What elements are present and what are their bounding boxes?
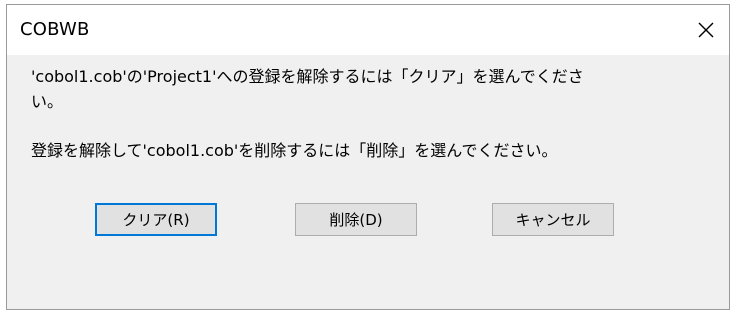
delete-button[interactable]: 削除(D) [295,203,417,236]
message-line-2: い。 [31,92,64,111]
message-line-1: 'cobol1.cob'の'Project1'への登録を解除するには「クリア」を… [31,67,584,86]
message-line-3: 登録を解除して'cobol1.cob'を削除するには「削除」を選んでください。 [31,141,558,160]
close-button[interactable] [683,5,729,55]
cancel-button[interactable]: キャンセル [492,203,614,236]
clear-button[interactable]: クリア(R) [95,203,217,236]
dialog-window: COBWB 'cobol1.cob'の'Project1'への登録を解除するには… [6,4,730,310]
title-bar: COBWB [7,5,729,55]
close-icon [698,22,714,38]
window-title: COBWB [20,19,90,40]
